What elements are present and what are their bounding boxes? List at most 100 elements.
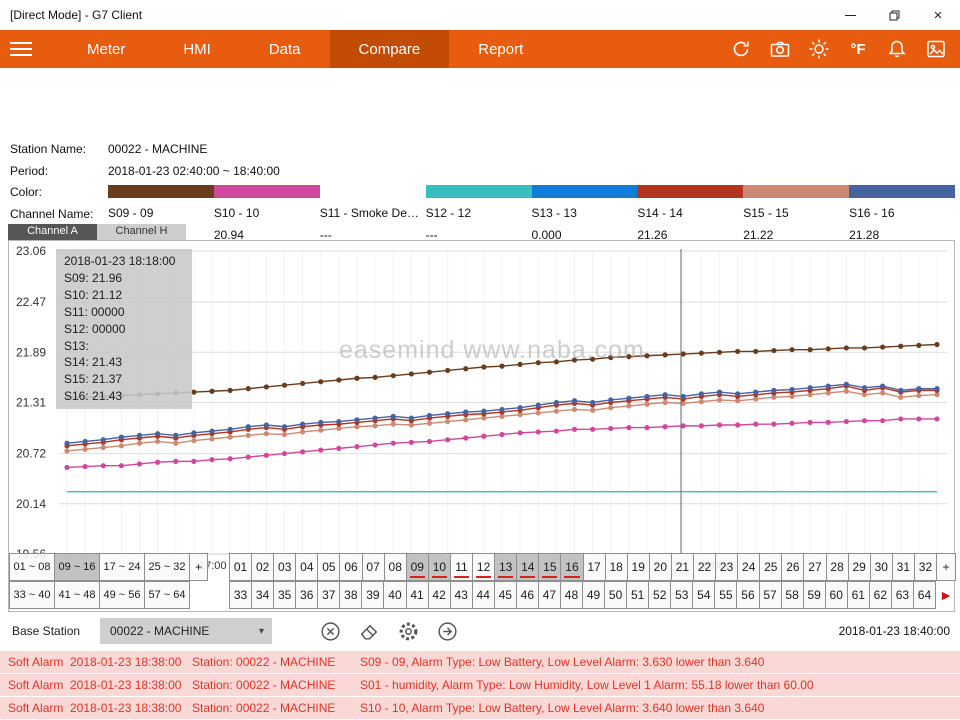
alarm-row[interactable]: Soft Alarm2018-01-23 18:38:00Station: 00… bbox=[0, 674, 960, 696]
nav-item-meter[interactable]: Meter bbox=[58, 30, 154, 68]
channel-cell-43[interactable]: 43 bbox=[450, 581, 473, 609]
channel-group-cell[interactable]: 25 ~ 32 bbox=[144, 553, 190, 581]
channel-cell-14[interactable]: 14 bbox=[516, 553, 539, 581]
brightness-icon[interactable] bbox=[807, 37, 831, 61]
channel-group-cell[interactable]: 57 ~ 64 bbox=[144, 581, 190, 609]
channel-cell-54[interactable]: 54 bbox=[692, 581, 715, 609]
sync-icon[interactable] bbox=[729, 37, 753, 61]
channel-cell-59[interactable]: 59 bbox=[803, 581, 826, 609]
alarm-row[interactable]: Soft Alarm2018-01-23 18:38:00Station: 00… bbox=[0, 651, 960, 673]
channel-cell-38[interactable]: 38 bbox=[339, 581, 362, 609]
channel-cell-31[interactable]: 31 bbox=[892, 553, 915, 581]
channel-cell-19[interactable]: 19 bbox=[627, 553, 650, 581]
channel-cell-22[interactable]: 22 bbox=[693, 553, 716, 581]
channel-cell-58[interactable]: 58 bbox=[781, 581, 804, 609]
channel-group-cell[interactable]: 01 ~ 08 bbox=[9, 553, 55, 581]
channel-cell-02[interactable]: 02 bbox=[251, 553, 274, 581]
channel-cell-40[interactable]: 40 bbox=[383, 581, 406, 609]
menu-icon[interactable] bbox=[0, 42, 46, 56]
channel-cell-26[interactable]: 26 bbox=[781, 553, 804, 581]
trend-chart[interactable]: 23.0622.4721.8921.3120.7220.1419.56 ease… bbox=[8, 240, 955, 612]
channel-cell-30[interactable]: 30 bbox=[870, 553, 893, 581]
close-button[interactable]: × bbox=[916, 0, 960, 30]
camera-icon[interactable] bbox=[768, 37, 792, 61]
channel-cell-25[interactable]: 25 bbox=[759, 553, 782, 581]
base-station-dropdown[interactable]: 00022 - MACHINE ▾ bbox=[100, 618, 272, 644]
channel-cell-49[interactable]: 49 bbox=[582, 581, 605, 609]
channel-cell-56[interactable]: 56 bbox=[736, 581, 759, 609]
channel-cell-11[interactable]: 11 bbox=[450, 553, 473, 581]
channel-cell-04[interactable]: 04 bbox=[295, 553, 318, 581]
channel-cell-64[interactable]: 64 bbox=[913, 581, 936, 609]
channel-cell-17[interactable]: 17 bbox=[583, 553, 606, 581]
channel-cell-01[interactable]: 01 bbox=[229, 553, 252, 581]
channel-cell-05[interactable]: 05 bbox=[317, 553, 340, 581]
channel-cell-20[interactable]: 20 bbox=[649, 553, 672, 581]
channel-cell-44[interactable]: 44 bbox=[472, 581, 495, 609]
channel-cell-45[interactable]: 45 bbox=[494, 581, 517, 609]
channel-cell-16[interactable]: 16 bbox=[560, 553, 583, 581]
clear-button[interactable] bbox=[318, 619, 342, 643]
channel-cell-55[interactable]: 55 bbox=[714, 581, 737, 609]
channel-cell-13[interactable]: 13 bbox=[494, 553, 517, 581]
channel-cell-10[interactable]: 10 bbox=[428, 553, 451, 581]
alarm-row[interactable]: Soft Alarm2018-01-23 18:38:00Station: 00… bbox=[0, 697, 960, 719]
channel-cell-36[interactable]: 36 bbox=[295, 581, 318, 609]
bell-icon[interactable] bbox=[885, 37, 909, 61]
channel-cell-33[interactable]: 33 bbox=[229, 581, 252, 609]
channel-group-cell[interactable]: 33 ~ 40 bbox=[9, 581, 55, 609]
channel-cell-29[interactable]: 29 bbox=[848, 553, 871, 581]
minimize-button[interactable] bbox=[828, 0, 872, 30]
channel-cell-48[interactable]: 48 bbox=[560, 581, 583, 609]
channel-cell-03[interactable]: 03 bbox=[273, 553, 296, 581]
channel-cell-41[interactable]: 41 bbox=[406, 581, 429, 609]
channel-cell-28[interactable]: 28 bbox=[826, 553, 849, 581]
eraser-button[interactable] bbox=[357, 619, 381, 643]
pager-plus-button[interactable]: + bbox=[189, 553, 208, 581]
nav-item-hmi[interactable]: HMI bbox=[154, 30, 240, 68]
go-button[interactable] bbox=[435, 619, 459, 643]
channel-group-cell[interactable]: 49 ~ 56 bbox=[99, 581, 145, 609]
channel-cell-08[interactable]: 08 bbox=[384, 553, 407, 581]
nav-item-report[interactable]: Report bbox=[449, 30, 552, 68]
pager-plus-button[interactable]: + bbox=[936, 553, 956, 581]
channel-cell-47[interactable]: 47 bbox=[538, 581, 561, 609]
channel-group-cell[interactable]: 09 ~ 16 bbox=[54, 553, 100, 581]
restore-button[interactable] bbox=[872, 0, 916, 30]
channel-cell-46[interactable]: 46 bbox=[516, 581, 539, 609]
channel-cell-18[interactable]: 18 bbox=[605, 553, 628, 581]
channel-cell-06[interactable]: 06 bbox=[339, 553, 362, 581]
picture-icon[interactable] bbox=[924, 37, 948, 61]
channel-cell-32[interactable]: 32 bbox=[914, 553, 937, 581]
nav-item-compare[interactable]: Compare bbox=[330, 30, 450, 68]
channel-cell-57[interactable]: 57 bbox=[759, 581, 782, 609]
channel-cell-07[interactable]: 07 bbox=[362, 553, 385, 581]
tab-channel-h[interactable]: Channel H bbox=[97, 224, 186, 240]
channel-cell-42[interactable]: 42 bbox=[428, 581, 451, 609]
pager-next-button[interactable]: ► bbox=[936, 581, 956, 609]
channel-cell-15[interactable]: 15 bbox=[538, 553, 561, 581]
channel-group-cell[interactable]: 17 ~ 24 bbox=[99, 553, 145, 581]
channel-cell-35[interactable]: 35 bbox=[273, 581, 296, 609]
channel-cell-61[interactable]: 61 bbox=[847, 581, 870, 609]
channel-cell-52[interactable]: 52 bbox=[648, 581, 671, 609]
channel-cell-63[interactable]: 63 bbox=[891, 581, 914, 609]
channel-cell-37[interactable]: 37 bbox=[317, 581, 340, 609]
nav-item-data[interactable]: Data bbox=[240, 30, 330, 68]
channel-cell-53[interactable]: 53 bbox=[670, 581, 693, 609]
channel-cell-51[interactable]: 51 bbox=[626, 581, 649, 609]
channel-group-cell[interactable]: 41 ~ 48 bbox=[54, 581, 100, 609]
channel-cell-34[interactable]: 34 bbox=[251, 581, 274, 609]
channel-cell-27[interactable]: 27 bbox=[803, 553, 826, 581]
channel-cell-23[interactable]: 23 bbox=[715, 553, 738, 581]
tab-channel-a[interactable]: Channel A bbox=[8, 224, 97, 240]
channel-cell-09[interactable]: 09 bbox=[406, 553, 429, 581]
channel-cell-24[interactable]: 24 bbox=[737, 553, 760, 581]
channel-cell-62[interactable]: 62 bbox=[869, 581, 892, 609]
fahrenheit-icon[interactable]: °F bbox=[846, 37, 870, 61]
channel-cell-60[interactable]: 60 bbox=[825, 581, 848, 609]
channel-cell-50[interactable]: 50 bbox=[604, 581, 627, 609]
settings-button[interactable] bbox=[396, 619, 420, 643]
channel-cell-39[interactable]: 39 bbox=[361, 581, 384, 609]
channel-cell-21[interactable]: 21 bbox=[671, 553, 694, 581]
